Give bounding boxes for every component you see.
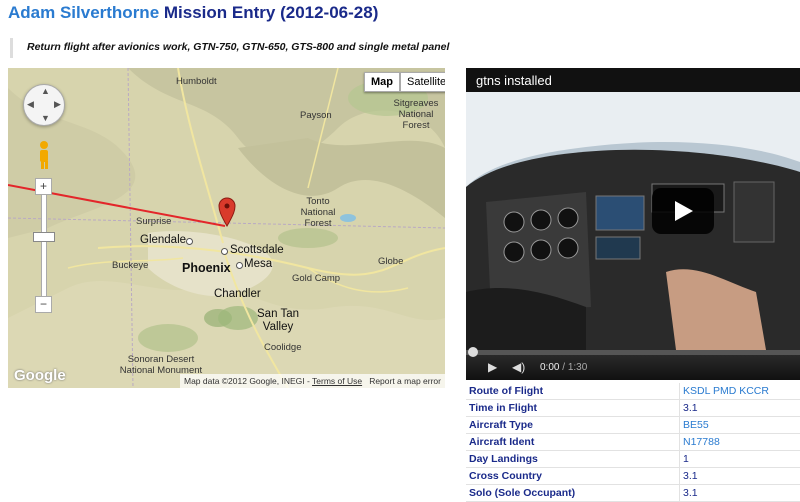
- video-progress-bar[interactable]: [466, 350, 800, 355]
- stats-row: Aircraft TypeBE55: [466, 417, 800, 434]
- map-pan-control[interactable]: ▲ ▼ ◀ ▶: [23, 84, 65, 126]
- mission-entry-title: Mission Entry (2012-06-28): [164, 3, 378, 22]
- map-label-phoenix: Phoenix: [182, 261, 231, 275]
- video-thumbnail: [466, 92, 800, 350]
- route-map[interactable]: Humboldt Payson Sitgreaves National Fore…: [8, 68, 445, 388]
- pilot-name-link[interactable]: Adam Silverthorne: [8, 3, 159, 22]
- video-current-time: 0:00: [540, 362, 559, 373]
- stats-row: Time in Flight3.1: [466, 400, 800, 417]
- map-label-tonto: Tonto National Forest: [288, 196, 348, 229]
- map-label-sitgreaves: Sitgreaves National Forest: [386, 98, 445, 131]
- pan-down-icon[interactable]: ▼: [41, 113, 50, 123]
- map-attribution-text: Map data ©2012 Google, INEGI -: [184, 376, 310, 386]
- map-label-coolidge: Coolidge: [264, 342, 302, 353]
- map-label-sonoran: Sonoran Desert National Monument: [116, 354, 206, 376]
- video-duration: 1:30: [568, 362, 587, 373]
- map-label-scottsdale: Scottsdale: [230, 244, 284, 256]
- map-label-chandler: Chandler: [214, 288, 261, 300]
- google-logo: Google: [14, 367, 66, 384]
- stats-value-link[interactable]: BE55: [680, 417, 800, 434]
- pan-right-icon[interactable]: ▶: [54, 99, 61, 110]
- flight-stats-table: Route of FlightKSDL PMD KCCRTime in Flig…: [466, 383, 800, 502]
- stats-value: 3.1: [680, 468, 800, 485]
- map-dot-scottsdale: [221, 248, 228, 255]
- stats-value: 1: [680, 451, 800, 468]
- map-label-payson: Payson: [300, 110, 332, 121]
- street-view-pegman-icon[interactable]: [35, 140, 53, 170]
- stats-label: Cross Country: [466, 468, 680, 485]
- map-label-mesa: Mesa: [244, 258, 272, 270]
- map-label-surprise: Surprise: [136, 216, 171, 227]
- stats-row: Day Landings1: [466, 451, 800, 468]
- video-progress-handle[interactable]: [468, 347, 478, 357]
- play-button[interactable]: [652, 188, 714, 234]
- video-controls: ▶ ◀) 0:00 / 1:30: [466, 350, 800, 380]
- zoom-slider-handle[interactable]: [33, 232, 55, 242]
- map-dot-mesa: [236, 262, 243, 269]
- map-label-san-tan-valley: San Tan Valley: [248, 308, 308, 334]
- map-label-gold-camp: Gold Camp: [292, 273, 340, 284]
- page-title: Adam Silverthorne Mission Entry (2012-06…: [8, 3, 378, 23]
- map-dot-glendale: [186, 238, 193, 245]
- volume-icon[interactable]: ◀): [512, 360, 525, 374]
- map-label-glendale: Glendale: [140, 234, 186, 246]
- stats-label: Aircraft Type: [466, 417, 680, 434]
- stats-value-link[interactable]: KSDL PMD KCCR: [680, 383, 800, 400]
- map-label-globe: Globe: [378, 256, 403, 267]
- map-label-humboldt: Humboldt: [176, 76, 217, 87]
- stats-row: Aircraft IdentN17788: [466, 434, 800, 451]
- stats-label: Aircraft Ident: [466, 434, 680, 451]
- zoom-in-button[interactable]: +: [35, 178, 52, 195]
- map-terrain: [8, 68, 445, 388]
- video-title[interactable]: gtns installed: [476, 73, 552, 88]
- map-attribution: Map data ©2012 Google, INEGI - Terms of …: [180, 374, 445, 388]
- zoom-slider-track[interactable]: [41, 186, 47, 308]
- stats-value: 3.1: [680, 400, 800, 417]
- map-type-map-button[interactable]: Map: [364, 72, 400, 92]
- stats-row: Route of FlightKSDL PMD KCCR: [466, 383, 800, 400]
- map-type-satellite-button[interactable]: Satellite: [400, 72, 445, 92]
- stats-label: Route of Flight: [466, 383, 680, 400]
- stats-label: Time in Flight: [466, 400, 680, 417]
- pan-up-icon[interactable]: ▲: [41, 86, 50, 96]
- pan-left-icon[interactable]: ◀: [27, 99, 34, 110]
- report-map-error-link[interactable]: Report a map error: [369, 376, 441, 386]
- play-small-icon[interactable]: ▶: [488, 360, 497, 374]
- stats-value-link[interactable]: N17788: [680, 434, 800, 451]
- zoom-out-button[interactable]: −: [35, 296, 52, 313]
- video-player[interactable]: gtns installed ▶ ◀) 0:00 / 1:30: [466, 68, 800, 380]
- stats-row: Cross Country3.1: [466, 468, 800, 485]
- flight-description-text: Return flight after avionics work, GTN-7…: [27, 41, 449, 53]
- flight-description: Return flight after avionics work, GTN-7…: [10, 38, 463, 58]
- stats-label: Day Landings: [466, 451, 680, 468]
- map-type-control: Map Satellite: [364, 72, 445, 92]
- video-time: 0:00 / 1:30: [540, 362, 587, 373]
- terms-of-use-link[interactable]: Terms of Use: [312, 376, 362, 386]
- map-label-buckeye: Buckeye: [112, 260, 148, 271]
